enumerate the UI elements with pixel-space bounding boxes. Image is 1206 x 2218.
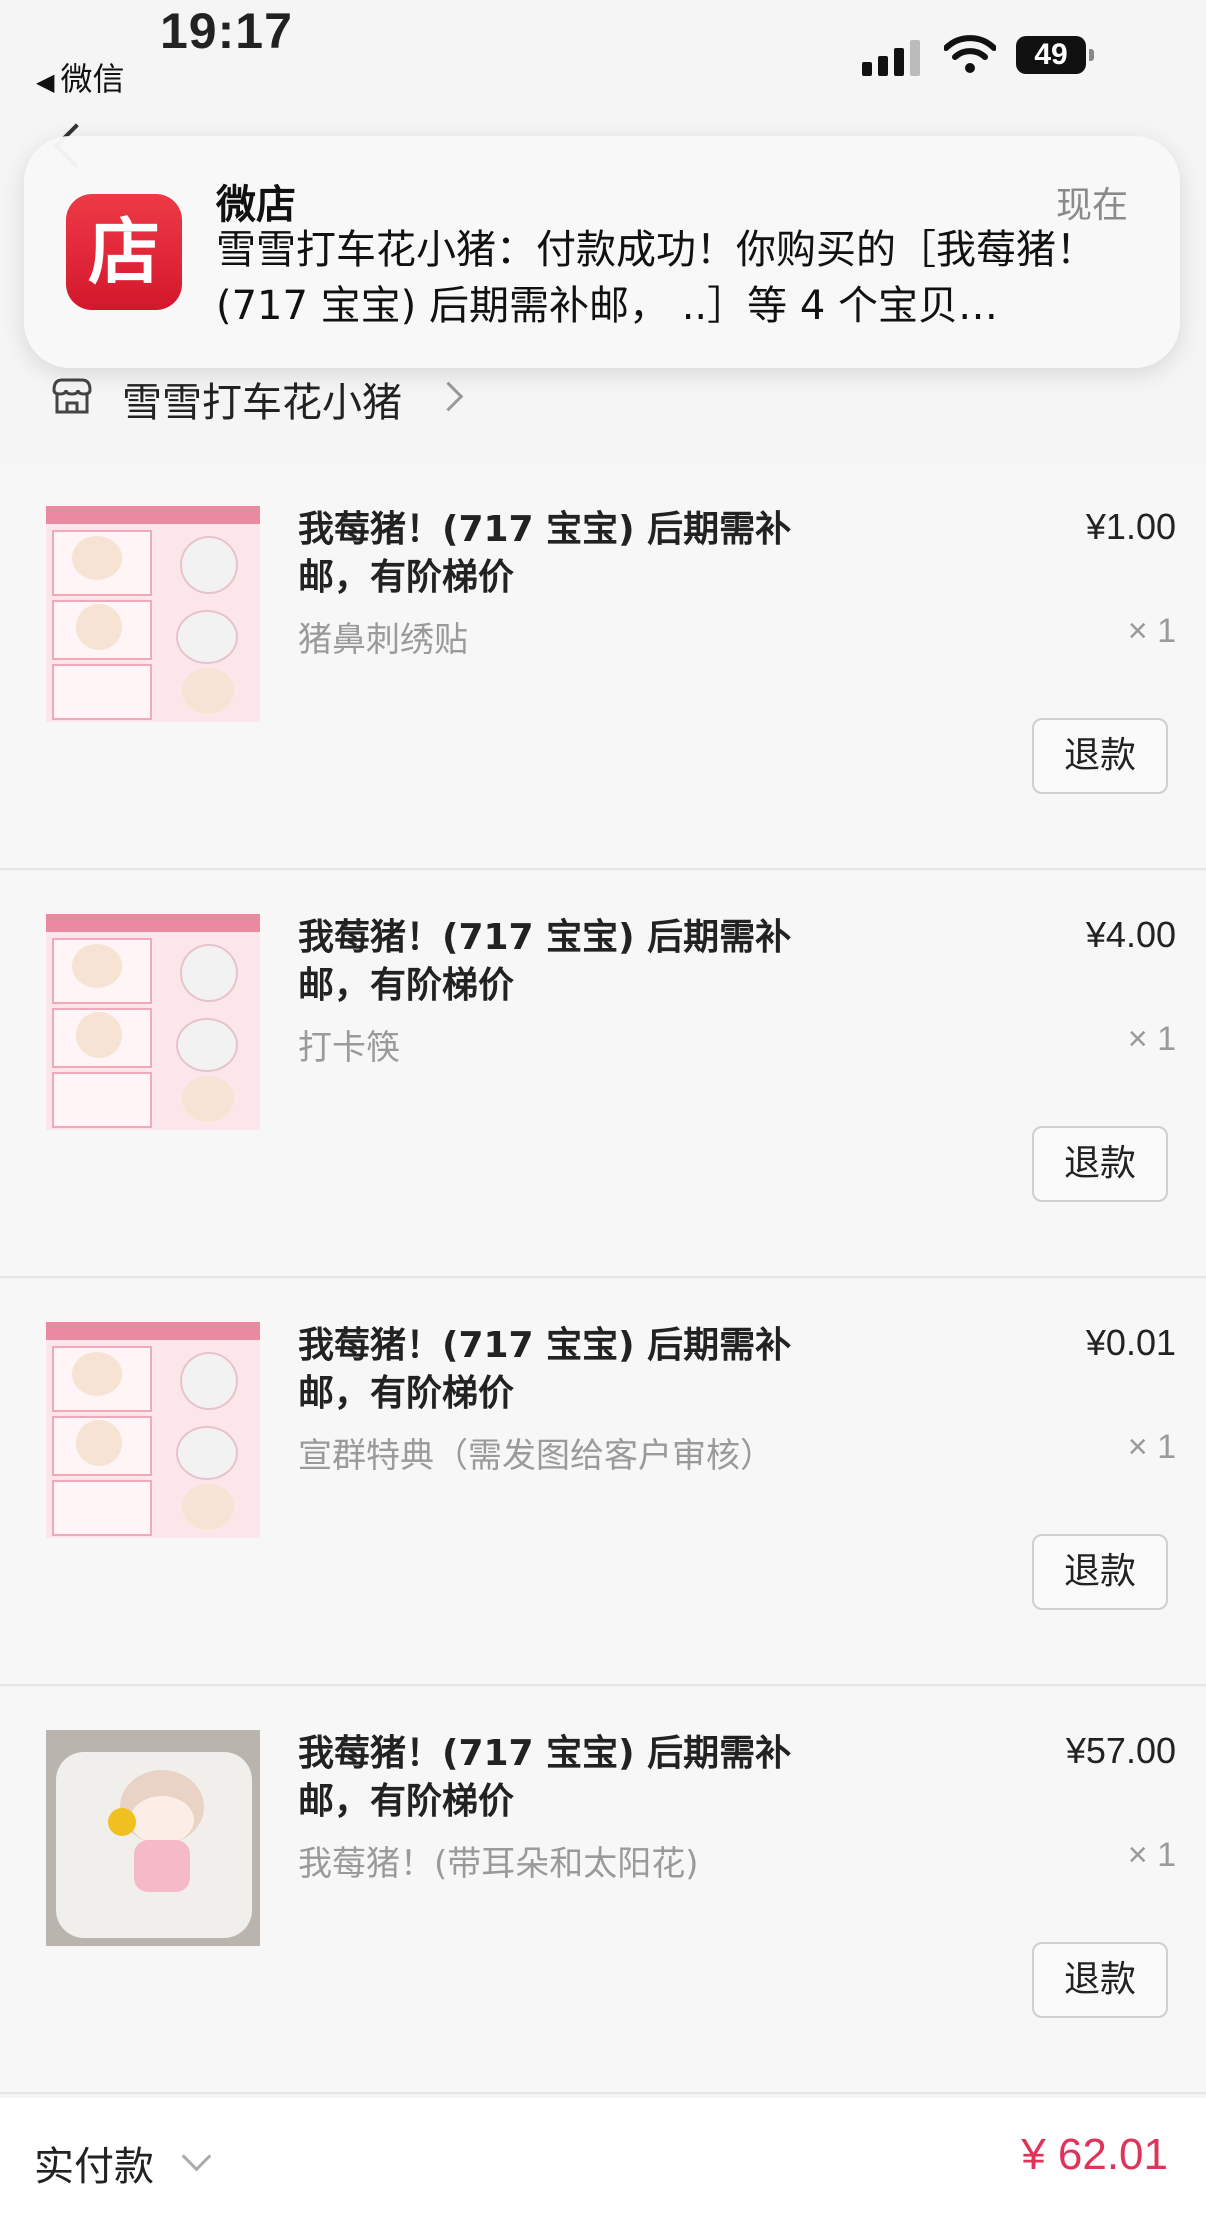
refund-button[interactable]: 退款 [1032,718,1168,794]
notification-time: 现在 [1055,185,1128,226]
product-thumbnail[interactable] [46,506,260,722]
status-bar: 19:17 ◀ 微信 49 [0,0,1206,169]
item-title: 我莓猪！(717 宝宝) 后期需补邮，有阶梯价 [298,917,792,1006]
item-spec: 打卡筷 [298,1028,400,1068]
product-thumbnail[interactable] [46,914,260,1130]
chevron-right-icon [433,381,464,412]
item-title: 我莓猪！(717 宝宝) 后期需补邮，有阶梯价 [298,509,792,598]
notification-message: 雪雪打车花小猪：付款成功！你购买的［我莓猪！(717 宝宝) 后期需补邮， ..… [216,227,1096,329]
item-spec: 我莓猪！(带耳朵和太阳花) [298,1844,699,1884]
item-quantity: × 1 [1127,612,1176,650]
back-to-app-link[interactable]: ◀ 微信 [36,54,124,100]
order-item[interactable]: 我莓猪！(717 宝宝) 后期需补邮，有阶梯价 我莓猪！(带耳朵和太阳花) ¥5… [0,1688,1206,2094]
item-title: 我莓猪！(717 宝宝) 后期需补邮，有阶梯价 [298,1325,792,1414]
item-spec: 宣群特典（需发图给客户审核） [298,1436,774,1476]
chevron-down-icon[interactable] [181,2141,212,2172]
refund-button[interactable]: 退款 [1032,1942,1168,2018]
product-thumbnail[interactable] [46,1730,260,1946]
push-notification[interactable]: 店 微店 现在 雪雪打车花小猪：付款成功！你购买的［我莓猪！(717 宝宝) 后… [24,136,1180,368]
back-triangle-icon: ◀ [36,68,55,96]
status-time: 19:17 [160,3,293,59]
refund-button[interactable]: 退款 [1032,1126,1168,1202]
item-quantity: × 1 [1127,1836,1176,1874]
item-quantity: × 1 [1127,1020,1176,1058]
total-paid: ¥ 62.01 [1021,2130,1168,2179]
weidian-app-icon: 店 [66,194,182,310]
product-thumbnail[interactable] [46,1322,260,1538]
item-quantity: × 1 [1127,1428,1176,1466]
item-spec: 猪鼻刺绣贴 [298,620,468,660]
battery-icon: 49 [1016,36,1094,74]
order-item[interactable]: 我莓猪！(717 宝宝) 后期需补邮，有阶梯价 宣群特典（需发图给客户审核） ¥… [0,1280,1206,1686]
item-price: ¥1.00 [1085,506,1176,547]
item-price: ¥4.00 [1085,914,1176,955]
refund-button[interactable]: 退款 [1032,1534,1168,1610]
battery-level: 49 [1034,38,1068,71]
wifi-icon [944,35,996,73]
item-title: 我莓猪！(717 宝宝) 后期需补邮，有阶梯价 [298,1733,792,1822]
item-price: ¥0.01 [1085,1322,1176,1363]
order-item[interactable]: 我莓猪！(717 宝宝) 后期需补邮，有阶梯价 猪鼻刺绣贴 ¥1.00 × 1 … [0,464,1206,870]
cellular-signal-icon [862,36,924,76]
item-price: ¥57.00 [1065,1730,1176,1771]
store-icon [52,378,92,414]
shop-name: 雪雪打车花小猪 [122,380,402,426]
paid-amount-label[interactable]: 实付款 [34,2134,154,2192]
payment-summary-bar: 实付款 ¥ 62.01 [0,2098,1206,2218]
back-app-label: 微信 [60,60,125,98]
order-item[interactable]: 我莓猪！(717 宝宝) 后期需补邮，有阶梯价 打卡筷 ¥4.00 × 1 退款 [0,872,1206,1278]
